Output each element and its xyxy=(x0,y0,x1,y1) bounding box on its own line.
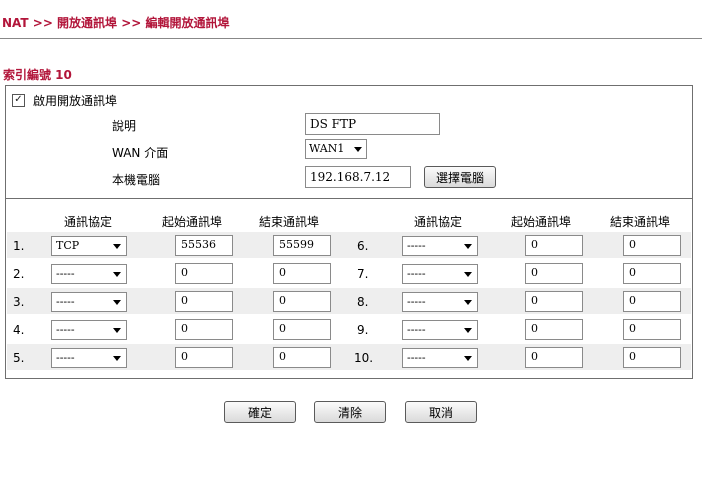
table-row: 1. TCP 55536 55599 6. ----- 0 0 xyxy=(7,232,691,258)
end-port-input[interactable]: 0 xyxy=(623,319,681,340)
header-divider xyxy=(0,38,702,39)
chevron-down-icon xyxy=(464,328,472,333)
start-port-input[interactable]: 0 xyxy=(175,291,233,312)
wan-label: WAN 介面 xyxy=(112,146,169,160)
row-number: 6. xyxy=(357,239,369,253)
protocol-select[interactable]: ----- xyxy=(402,264,478,284)
protocol-select[interactable]: TCP xyxy=(51,236,127,256)
chevron-down-icon xyxy=(464,272,472,277)
chevron-down-icon xyxy=(464,356,472,361)
table-row: 5. ----- 0 0 10. ----- 0 0 xyxy=(7,344,691,370)
end-port-input[interactable]: 0 xyxy=(273,319,331,340)
end-port-input[interactable]: 0 xyxy=(273,347,331,368)
header-start-right: 起始通訊埠 xyxy=(510,215,571,229)
end-port-input[interactable]: 0 xyxy=(273,291,331,312)
protocol-value: TCP xyxy=(56,239,80,252)
port-open-panel: ✓ 啟用開放通訊埠 說明 DS FTP WAN 介面 WAN1 本機電腦 192… xyxy=(5,85,693,379)
row-number: 4. xyxy=(13,323,25,337)
index-title: 索引編號 10 xyxy=(3,68,72,82)
row-number: 10. xyxy=(354,351,374,365)
header-protocol-left: 通訊協定 xyxy=(63,215,112,229)
row-number: 5. xyxy=(13,351,25,365)
protocol-value: ----- xyxy=(56,267,75,280)
protocol-select[interactable]: ----- xyxy=(402,320,478,340)
chevron-down-icon xyxy=(113,300,121,305)
wan-select-value: WAN1 xyxy=(309,142,345,155)
row-number: 1. xyxy=(13,239,25,253)
row-number: 3. xyxy=(13,295,25,309)
enable-row: ✓ 啟用開放通訊埠 xyxy=(12,92,117,109)
start-port-input[interactable]: 0 xyxy=(525,235,583,256)
protocol-select[interactable]: ----- xyxy=(51,348,127,368)
header-end-right: 結束通訊埠 xyxy=(609,215,670,229)
end-port-input[interactable]: 0 xyxy=(273,263,331,284)
protocol-select[interactable]: ----- xyxy=(51,292,127,312)
wan-select[interactable]: WAN1 xyxy=(305,139,367,159)
table-row: 2. ----- 0 0 7. ----- 0 0 xyxy=(7,260,691,286)
chevron-down-icon xyxy=(113,328,121,333)
table-row: 4. ----- 0 0 9. ----- 0 0 xyxy=(7,316,691,342)
enable-label: 啟用開放通訊埠 xyxy=(33,94,118,108)
chevron-down-icon xyxy=(464,244,472,249)
clear-button[interactable]: 清除 xyxy=(314,401,386,423)
chevron-down-icon xyxy=(113,244,121,249)
protocol-value: ----- xyxy=(56,351,75,364)
ok-button[interactable]: 確定 xyxy=(224,401,296,423)
protocol-value: ----- xyxy=(407,239,426,252)
chevron-down-icon xyxy=(354,147,362,152)
start-port-input[interactable]: 0 xyxy=(175,319,233,340)
row-number: 7. xyxy=(357,267,369,281)
protocol-value: ----- xyxy=(56,295,75,308)
start-port-input[interactable]: 0 xyxy=(525,319,583,340)
local-pc-input[interactable]: 192.168.7.12 xyxy=(305,166,411,188)
protocol-value: ----- xyxy=(407,351,426,364)
chevron-down-icon xyxy=(113,356,121,361)
start-port-input[interactable]: 0 xyxy=(525,263,583,284)
end-port-input[interactable]: 0 xyxy=(623,291,681,312)
protocol-value: ----- xyxy=(407,295,426,308)
table-divider xyxy=(6,198,692,199)
enable-checkbox[interactable]: ✓ xyxy=(12,94,25,107)
start-port-input[interactable]: 0 xyxy=(175,263,233,284)
protocol-value: ----- xyxy=(56,323,75,336)
start-port-input[interactable]: 0 xyxy=(175,347,233,368)
protocol-value: ----- xyxy=(407,267,426,280)
breadcrumb: NAT >> 開放通訊埠 >> 編輯開放通訊埠 xyxy=(2,16,230,30)
protocol-select[interactable]: ----- xyxy=(402,348,478,368)
table-row: 3. ----- 0 0 8. ----- 0 0 xyxy=(7,288,691,314)
end-port-input[interactable]: 0 xyxy=(623,347,681,368)
choose-pc-button[interactable]: 選擇電腦 xyxy=(424,166,496,188)
comment-input[interactable]: DS FTP xyxy=(305,113,440,135)
row-number: 2. xyxy=(13,267,25,281)
start-port-input[interactable]: 55536 xyxy=(175,235,233,256)
start-port-input[interactable]: 0 xyxy=(525,347,583,368)
protocol-select[interactable]: ----- xyxy=(402,236,478,256)
protocol-select[interactable]: ----- xyxy=(51,264,127,284)
row-number: 9. xyxy=(357,323,369,337)
end-port-input[interactable]: 0 xyxy=(623,263,681,284)
protocol-select[interactable]: ----- xyxy=(402,292,478,312)
chevron-down-icon xyxy=(113,272,121,277)
end-port-input[interactable]: 55599 xyxy=(273,235,331,256)
protocol-value: ----- xyxy=(407,323,426,336)
row-number: 8. xyxy=(357,295,369,309)
local-pc-label: 本機電腦 xyxy=(112,173,161,187)
comment-label: 說明 xyxy=(112,119,137,133)
header-end-left: 結束通訊埠 xyxy=(258,215,319,229)
cancel-button[interactable]: 取消 xyxy=(405,401,477,423)
header-protocol-right: 通訊協定 xyxy=(413,215,462,229)
header-start-left: 起始通訊埠 xyxy=(161,215,222,229)
protocol-select[interactable]: ----- xyxy=(51,320,127,340)
chevron-down-icon xyxy=(464,300,472,305)
end-port-input[interactable]: 0 xyxy=(623,235,681,256)
start-port-input[interactable]: 0 xyxy=(525,291,583,312)
